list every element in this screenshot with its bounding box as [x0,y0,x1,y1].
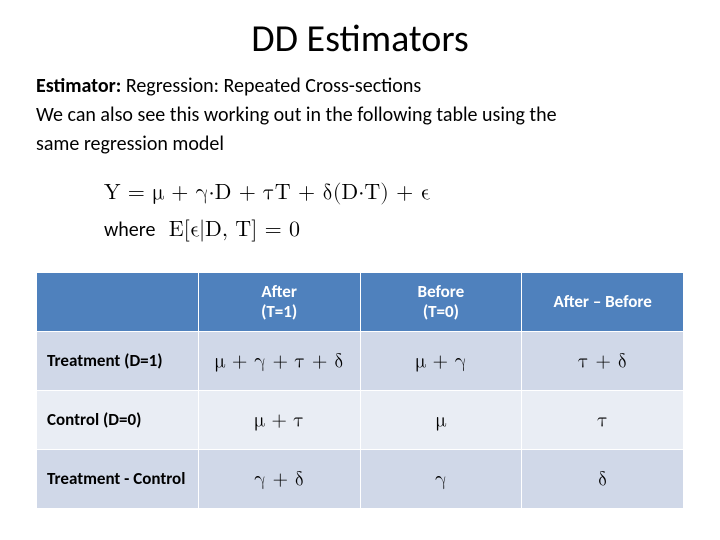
dd-table: After(T=1) Before(T=0) After – Before Tr… [36,272,684,509]
table-row: Treatment - Control γ + δ γ δ [37,449,684,508]
header-diff: After – Before [522,272,684,331]
header-corner [37,272,199,331]
cell-diff: τ + δ [522,331,684,390]
cell-after: μ + γ + τ + δ [198,331,360,390]
row-label: Treatment (D=1) [37,331,199,390]
cell-before: μ [360,390,522,449]
cell-diff: δ [522,449,684,508]
equation-where-expr: E[ϵ|D, T] = 0 [169,219,300,241]
equation-where-label: where [104,218,155,242]
subtitle-rest: Regression: Repeated Cross-sections [121,74,421,98]
subtitle-bold: Estimator: [36,74,121,98]
header-after: After(T=1) [198,272,360,331]
cell-before: μ + γ [360,331,522,390]
cell-after: μ + τ [198,390,360,449]
cell-diff: τ [522,390,684,449]
cell-after: γ + δ [198,449,360,508]
slide: DD Estimators Estimator: Regression: Rep… [0,0,720,540]
body-line-2: same regression model [36,132,684,157]
body-line-1: We can also see this working out in the … [36,103,684,128]
table-row: Treatment (D=1) μ + γ + τ + δ μ + γ τ + … [37,331,684,390]
subtitle-line-1: Estimator: Regression: Repeated Cross-se… [36,74,684,99]
row-label: Control (D=0) [37,390,199,449]
slide-title: DD Estimators [36,16,684,62]
table-header-row: After(T=1) Before(T=0) After – Before [37,272,684,331]
equation-block: Y = μ + γ·D + τT + δ(D·T) + ϵ where E[ϵ|… [104,175,684,250]
header-before: Before(T=0) [360,272,522,331]
equation-where: where E[ϵ|D, T] = 0 [104,212,684,249]
equation-main: Y = μ + γ·D + τT + δ(D·T) + ϵ [104,175,684,212]
table-row: Control (D=0) μ + τ μ τ [37,390,684,449]
row-label: Treatment - Control [37,449,199,508]
cell-before: γ [360,449,522,508]
